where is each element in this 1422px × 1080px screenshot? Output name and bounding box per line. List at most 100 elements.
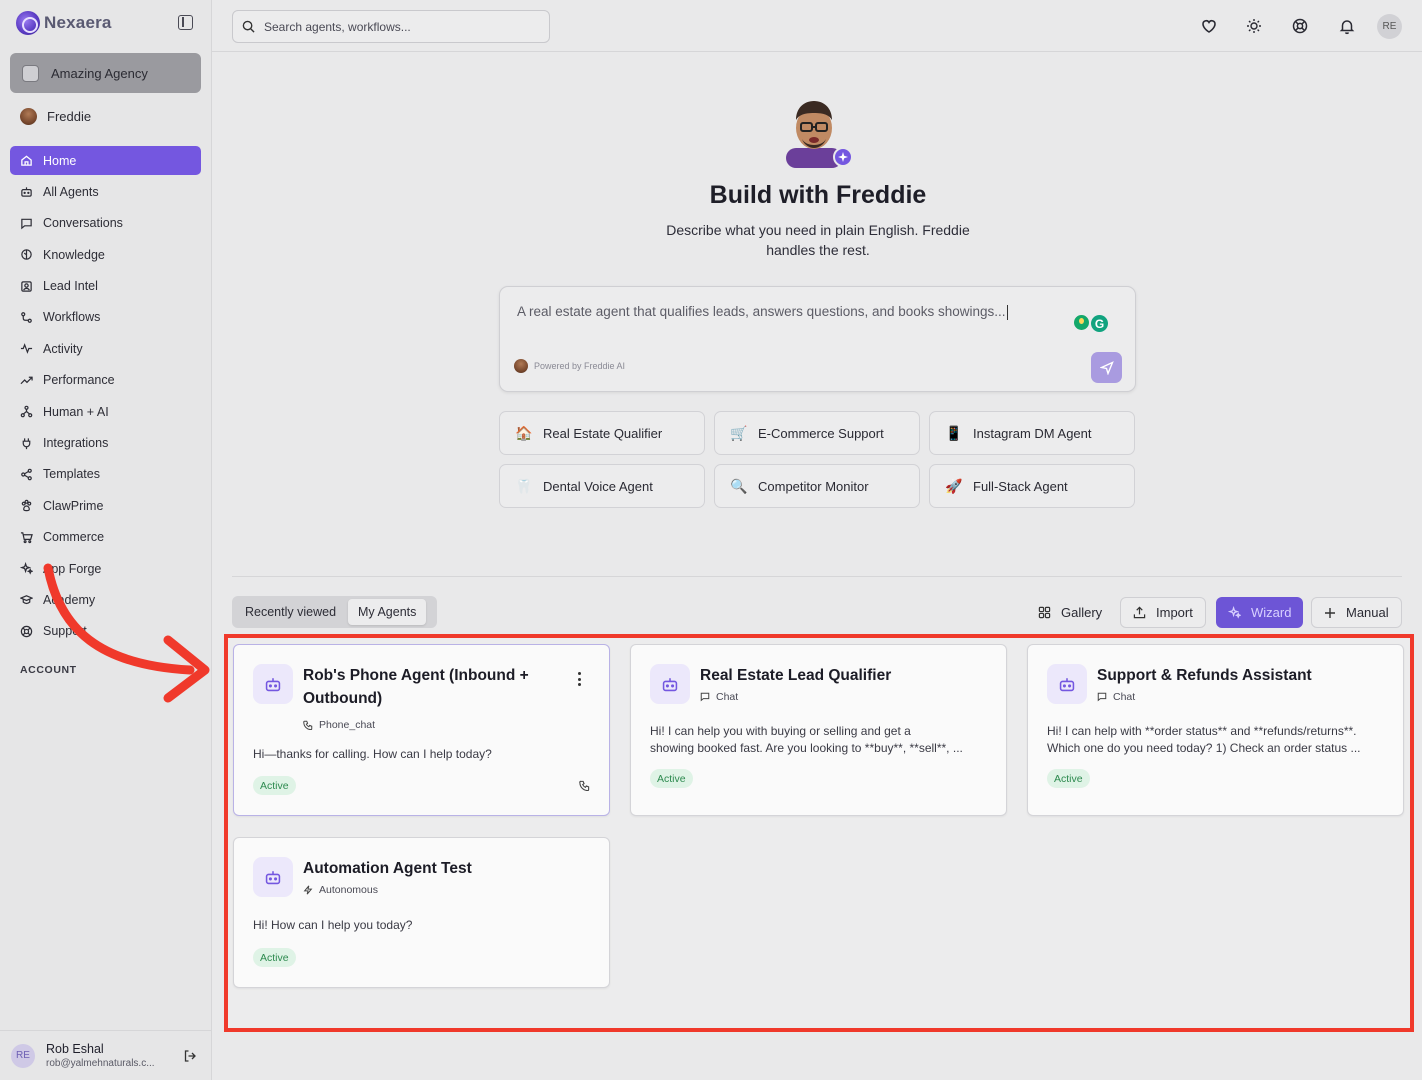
sparkles-icon (20, 562, 33, 575)
plus-icon (1325, 607, 1335, 618)
wizard-button[interactable]: Wizard (1216, 597, 1304, 628)
phone-icon: 📱 (945, 424, 963, 441)
top-bar: RE (212, 0, 1422, 52)
agent-card-real-estate-lead-qualifier[interactable]: Real Estate Lead Qualifier Chat Hi! I ca… (630, 644, 1007, 816)
grid-icon (1038, 606, 1051, 619)
heart-icon[interactable] (1200, 17, 1218, 35)
user-avatar: RE (11, 1043, 35, 1068)
sidebar-nav: Home All Agents Conversations Knowledge … (10, 146, 201, 648)
sidebar: Nexaera Amazing Agency Freddie Home All … (0, 0, 212, 1080)
sidebar-item-human-ai[interactable]: Human + AI (10, 397, 201, 426)
status-badge: Active (253, 776, 296, 795)
agent-tabs: Recently viewed My Agents (232, 596, 437, 628)
sidebar-item-conversations[interactable]: Conversations (10, 209, 201, 238)
agent-card-robs-phone-agent[interactable]: Rob's Phone Agent (Inbound + Outbound) Ph… (233, 644, 610, 816)
bot-icon (650, 664, 690, 704)
chip-instagram-dm-agent[interactable]: 📱 Instagram DM Agent (929, 411, 1135, 455)
agent-card-automation-agent-test[interactable]: Automation Agent Test Autonomous Hi! How… (233, 837, 610, 988)
sidebar-collapse-icon[interactable] (178, 15, 193, 30)
sidebar-item-integrations[interactable]: Integrations (10, 429, 201, 458)
bell-icon[interactable] (1338, 17, 1356, 35)
agent-type: Chat (1097, 691, 1135, 703)
tab-my-agents[interactable]: My Agents (348, 599, 427, 625)
send-button[interactable] (1091, 352, 1122, 383)
grammarly-icon[interactable]: G (1091, 315, 1108, 332)
powered-by: Powered by Freddie AI (514, 359, 625, 373)
gallery-button[interactable]: Gallery (1026, 597, 1114, 628)
page-title: Build with Freddie (709, 181, 927, 209)
phone-icon[interactable] (579, 780, 590, 791)
sidebar-item-workflows[interactable]: Workflows (10, 303, 201, 332)
sidebar-item-commerce[interactable]: Commerce (10, 523, 201, 552)
sidebar-item-label: All Agents (43, 184, 99, 199)
sidebar-item-activity[interactable]: Activity (10, 334, 201, 363)
chip-dental-voice-agent[interactable]: 🦷 Dental Voice Agent (499, 464, 705, 508)
sidebar-item-label: Academy (43, 592, 96, 607)
sidebar-item-support[interactable]: Support (10, 617, 201, 646)
chip-full-stack-agent[interactable]: 🚀 Full-Stack Agent (929, 464, 1135, 508)
message-square-icon (700, 692, 710, 702)
lightbulb-icon[interactable] (1074, 315, 1089, 330)
agent-greeting: Hi—thanks for calling. How can I help to… (253, 747, 492, 761)
section-divider (232, 576, 1402, 577)
sidebar-item-clawprime[interactable]: ClawPrime (10, 491, 201, 520)
sidebar-item-all-agents[interactable]: All Agents (10, 177, 201, 206)
agency-switcher[interactable]: Amazing Agency (10, 53, 201, 93)
agent-greeting: Hi! I can help with **order status** and… (1047, 724, 1361, 755)
zap-icon (303, 885, 313, 895)
rocket-icon: 🚀 (945, 477, 963, 494)
sidebar-item-lead-intel[interactable]: Lead Intel (10, 272, 201, 301)
activity-icon (20, 342, 33, 355)
import-button[interactable]: Import (1120, 597, 1206, 628)
logout-icon[interactable] (183, 1049, 197, 1063)
user-profile[interactable]: RE Rob Eshal rob@yalmehnaturals.c... (0, 1030, 211, 1080)
house-icon: 🏠 (515, 424, 533, 441)
search-input[interactable] (264, 19, 534, 34)
sidebar-item-academy[interactable]: Academy (10, 585, 201, 614)
sidebar-item-knowledge[interactable]: Knowledge (10, 240, 201, 269)
sidebar-item-home[interactable]: Home (10, 146, 201, 175)
sidebar-item-performance[interactable]: Performance (10, 366, 201, 395)
account-section-label: ACCOUNT (20, 664, 77, 676)
sidebar-item-templates[interactable]: Templates (10, 460, 201, 489)
agent-card-support-refunds-assistant[interactable]: Support & Refunds Assistant Chat Hi! I c… (1027, 644, 1404, 816)
freddie-avatar-small (514, 359, 528, 373)
persona-freddie[interactable]: Freddie (20, 108, 91, 125)
chip-ecommerce-support[interactable]: 🛒 E-Commerce Support (714, 411, 920, 455)
contact-icon (20, 280, 33, 293)
sidebar-item-label: Workflows (43, 310, 101, 325)
sidebar-item-label: Integrations (43, 436, 109, 451)
prompt-textarea[interactable]: A real estate agent that qualifies leads… (517, 304, 1008, 320)
sidebar-item-label: Support (43, 624, 87, 639)
tab-recently-viewed[interactable]: Recently viewed (235, 599, 346, 625)
more-options-icon[interactable] (574, 672, 584, 686)
sidebar-item-label: ClawPrime (43, 498, 104, 513)
freddie-avatar-large (786, 101, 853, 168)
lifebuoy-icon[interactable] (1291, 17, 1309, 35)
brand-logo[interactable]: Nexaera (16, 11, 112, 35)
message-square-icon (1097, 692, 1107, 702)
prompt-input-box[interactable]: A real estate agent that qualifies leads… (499, 286, 1136, 392)
sidebar-item-label: Templates (43, 467, 100, 482)
tooth-icon: 🦷 (515, 477, 533, 494)
page-subtitle: Describe what you need in plain English.… (666, 222, 970, 258)
search-icon (242, 20, 255, 33)
grammar-extension-icons[interactable]: G (1074, 315, 1108, 332)
agent-title: Automation Agent Test (303, 860, 472, 877)
bot-icon (253, 664, 293, 704)
sidebar-item-app-forge[interactable]: App Forge (10, 554, 201, 583)
chip-competitor-monitor[interactable]: 🔍 Competitor Monitor (714, 464, 920, 508)
plug-icon (20, 437, 33, 450)
phone-icon (303, 720, 313, 730)
chip-real-estate-qualifier[interactable]: 🏠 Real Estate Qualifier (499, 411, 705, 455)
agent-type: Autonomous (303, 884, 378, 896)
status-badge: Active (650, 769, 693, 788)
brain-icon (20, 248, 33, 261)
user-avatar-top[interactable]: RE (1377, 14, 1402, 39)
sun-icon[interactable] (1245, 17, 1263, 35)
sidebar-item-label: Conversations (43, 216, 123, 231)
bot-icon (1047, 664, 1087, 704)
search-bar[interactable] (232, 10, 550, 43)
manual-button[interactable]: Manual (1311, 597, 1402, 628)
graduation-cap-icon (20, 593, 33, 606)
